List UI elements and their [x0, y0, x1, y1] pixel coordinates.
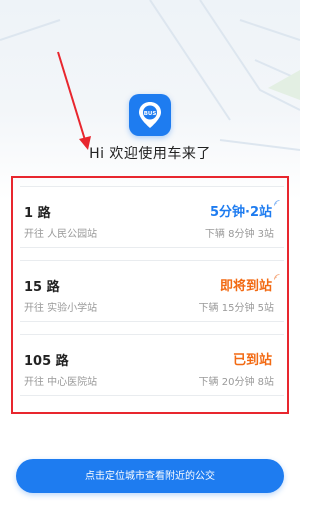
- route-item[interactable]: 105 路 开往 中心医院站 已到站 下辆 20分钟 8站: [20, 334, 284, 396]
- route-name: 1 路: [24, 206, 51, 221]
- welcome-text: Hi 欢迎使用车来了: [89, 146, 211, 162]
- signal-icon: [274, 274, 280, 280]
- next-bus-info: 下辆 8分钟 3站: [204, 229, 274, 240]
- route-name: 105 路: [24, 354, 69, 369]
- signal-icon: [274, 200, 280, 206]
- route-status: 已到站: [232, 353, 272, 368]
- route-destination: 开往 中心医院站: [24, 377, 98, 388]
- locate-city-button[interactable]: 点击定位城市查看附近的公交: [16, 459, 284, 493]
- route-item[interactable]: 1 路 开往 人民公园站 5分钟·2站 下辆 8分钟 3站: [20, 186, 284, 248]
- bus-pin-icon: BUS: [129, 94, 171, 136]
- next-bus-info: 下辆 15分钟 5站: [198, 303, 274, 314]
- route-status: 5分钟·2站: [209, 205, 272, 220]
- route-item[interactable]: 15 路 开往 实验小学站 即将到站 下辆 15分钟 5站: [20, 260, 284, 322]
- route-status: 即将到站: [219, 279, 272, 294]
- route-name: 15 路: [24, 280, 60, 295]
- route-destination: 开往 人民公园站: [24, 229, 98, 240]
- route-list: 1 路 开往 人民公园站 5分钟·2站 下辆 8分钟 3站 15 路 开往 实验…: [20, 186, 284, 408]
- route-destination: 开往 实验小学站: [24, 303, 98, 314]
- svg-text:BUS: BUS: [144, 111, 157, 117]
- next-bus-info: 下辆 20分钟 8站: [198, 377, 274, 388]
